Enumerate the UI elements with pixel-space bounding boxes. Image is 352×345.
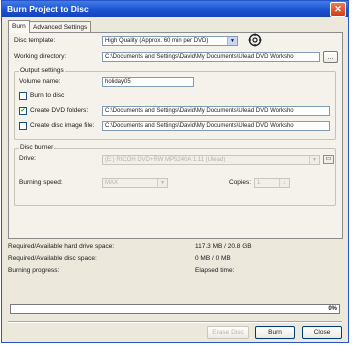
- elapsed-time-label: Elapsed time:: [195, 267, 235, 274]
- window-title: Burn Project to Disc: [7, 4, 89, 14]
- working-directory-field[interactable]: C:\Documents and Settings\David\My Docum…: [102, 52, 320, 62]
- close-window-button[interactable]: ✕: [330, 2, 346, 17]
- create-dvd-folders-path-field[interactable]: C:\Documents and Settings\David\My Docum…: [102, 106, 330, 116]
- disc-burner-label: Disc burner: [19, 144, 55, 151]
- drive-dropdown[interactable]: (E:) RICOH DVD+RW MP5240A 1.11 (Ulead) ▼: [102, 155, 320, 165]
- drive-label: Drive:: [19, 155, 36, 162]
- copies-value: 1: [257, 180, 261, 186]
- burning-speed-dropdown[interactable]: MAX ▼: [102, 178, 168, 188]
- divider: [8, 321, 342, 323]
- browse-working-directory-button[interactable]: ...: [323, 51, 338, 63]
- burning-progress-label: Burning progress:: [8, 267, 60, 274]
- disc-template-dropdown[interactable]: High Quality (Approx. 60 min per DVD) ▼: [102, 36, 238, 46]
- volume-name-field[interactable]: holiday05: [102, 77, 194, 87]
- create-dvd-folders-checkbox[interactable]: ✔: [19, 107, 27, 115]
- output-settings-label: Output settings: [19, 67, 65, 74]
- disc-settings-icon[interactable]: [248, 33, 262, 47]
- create-disc-image-checkbox[interactable]: [19, 122, 27, 130]
- disc-template-label: Disc template:: [14, 37, 56, 44]
- burning-speed-label: Burning speed:: [19, 179, 63, 186]
- chevron-down-icon: ▼: [227, 37, 237, 45]
- close-icon: ✕: [334, 4, 342, 14]
- drive-info-icon[interactable]: ▭: [323, 155, 334, 164]
- disc-space-value: 0 MB / 0 MB: [195, 255, 231, 262]
- burn-tab-panel: Disc template: High Quality (Approx. 60 …: [8, 32, 343, 239]
- drive-value: (E:) RICOH DVD+RW MP5240A 1.11 (Ulead): [105, 157, 226, 163]
- burn-to-disc-checkbox[interactable]: [19, 92, 27, 100]
- hdd-space-label: Required/Available hard drive space:: [8, 243, 115, 250]
- disc-template-value: High Quality (Approx. 60 min per DVD): [105, 38, 209, 44]
- close-button[interactable]: Close: [302, 326, 342, 339]
- tab-burn[interactable]: Burn: [8, 20, 30, 33]
- disc-space-label: Required/Available disc space:: [8, 255, 97, 262]
- progress-percent: 0%: [328, 306, 337, 312]
- burn-project-dialog: Burn Project to Disc ✕ Burn Advanced Set…: [1, 0, 349, 343]
- chevron-down-icon: ▼: [309, 156, 319, 164]
- burning-progress-bar: 0%: [10, 304, 340, 314]
- burn-to-disc-label: Burn to disc: [30, 92, 65, 99]
- burning-speed-value: MAX: [105, 180, 119, 186]
- title-bar: Burn Project to Disc ✕: [2, 1, 348, 17]
- create-dvd-folders-label: Create DVD folders:: [30, 107, 89, 114]
- copies-stepper[interactable]: 1 ↕: [254, 178, 290, 188]
- copies-label: Copies:: [229, 179, 252, 186]
- working-directory-label: Working directory:: [14, 53, 67, 60]
- erase-disc-button[interactable]: Erase Disc: [207, 326, 249, 339]
- hdd-space-value: 117.3 MB / 20.8 GB: [195, 243, 252, 250]
- stepper-arrows-icon: ↕: [279, 179, 289, 187]
- create-disc-image-label: Create disc image file:: [30, 122, 95, 129]
- volume-name-label: Volume name:: [19, 78, 61, 85]
- create-disc-image-path-field[interactable]: C:\Documents and Settings\David\My Docum…: [102, 121, 330, 131]
- chevron-down-icon: ▼: [157, 179, 167, 187]
- burn-button[interactable]: Burn: [255, 326, 295, 339]
